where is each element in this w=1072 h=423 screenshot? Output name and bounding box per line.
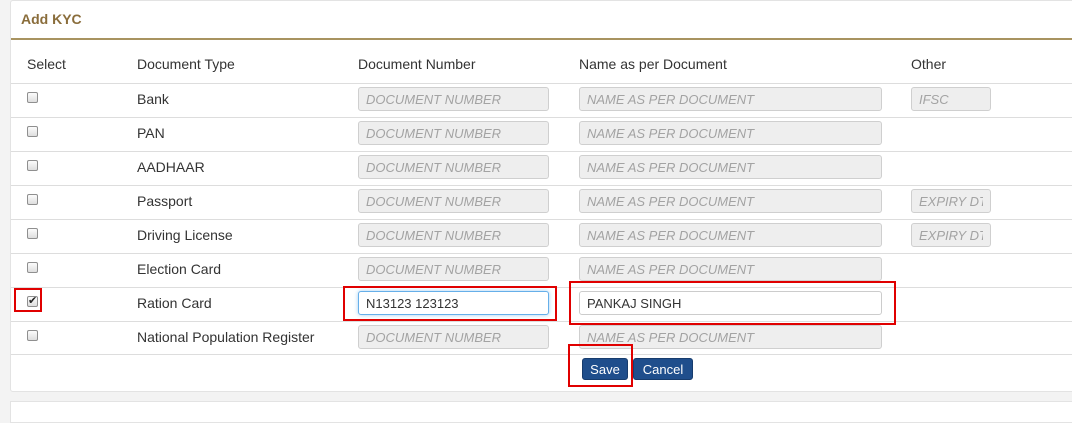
row-divider: [11, 321, 1072, 322]
document-number-input[interactable]: [358, 325, 549, 349]
document-number-input[interactable]: [358, 257, 549, 281]
name-as-per-document-input[interactable]: [579, 155, 882, 179]
row-divider: [11, 83, 1072, 84]
row-divider: [11, 185, 1072, 186]
row-divider: [11, 253, 1072, 254]
document-number-input[interactable]: [358, 121, 549, 145]
other-input[interactable]: [911, 223, 991, 247]
other-input[interactable]: [911, 87, 991, 111]
name-as-per-document-input[interactable]: [579, 121, 882, 145]
document-number-input[interactable]: [358, 155, 549, 179]
name-as-per-document-input[interactable]: [579, 257, 882, 281]
document-type-label: Bank: [137, 91, 169, 107]
document-type-label: National Population Register: [137, 329, 315, 345]
name-as-per-document-input[interactable]: [579, 223, 882, 247]
document-number-input[interactable]: [358, 189, 549, 213]
row-divider: [11, 219, 1072, 220]
name-as-per-document-input[interactable]: [579, 87, 882, 111]
name-as-per-document-input[interactable]: [579, 189, 882, 213]
header-document-type: Document Type: [137, 56, 235, 72]
header-other: Other: [911, 56, 947, 72]
select-checkbox[interactable]: [27, 194, 38, 205]
header-name-as-per-document: Name as per Document: [579, 56, 727, 72]
document-number-highlight: [343, 286, 557, 321]
cancel-button[interactable]: Cancel: [633, 358, 693, 380]
header-select: Select: [27, 56, 66, 72]
header-document-number: Document Number: [358, 56, 476, 72]
document-number-input[interactable]: [358, 223, 549, 247]
select-checkbox[interactable]: [27, 160, 38, 171]
select-checkbox[interactable]: [27, 262, 38, 273]
document-number-input[interactable]: [358, 87, 549, 111]
document-type-label: PAN: [137, 125, 165, 141]
save-highlight: [568, 344, 633, 387]
select-checkbox[interactable]: [27, 330, 38, 341]
document-type-label: Driving License: [137, 227, 233, 243]
next-panel: [10, 401, 1072, 423]
document-type-label: AADHAAR: [137, 159, 205, 175]
panel-title: Add KYC: [21, 11, 82, 27]
name-highlight: [569, 281, 896, 325]
document-type-label: Ration Card: [137, 295, 212, 311]
row-divider: [11, 117, 1072, 118]
add-kyc-panel: Add KYC Select Document Type Document Nu…: [10, 0, 1072, 392]
document-type-label: Passport: [137, 193, 193, 209]
select-checkbox[interactable]: [27, 92, 38, 103]
other-input[interactable]: [911, 189, 991, 213]
checkbox-highlight: [14, 288, 42, 312]
select-checkbox[interactable]: [27, 126, 38, 137]
table-bottom-divider: [11, 354, 1072, 355]
row-divider: [11, 151, 1072, 152]
title-divider: [11, 38, 1072, 40]
document-type-label: Election Card: [137, 261, 222, 277]
select-checkbox[interactable]: [27, 228, 38, 239]
